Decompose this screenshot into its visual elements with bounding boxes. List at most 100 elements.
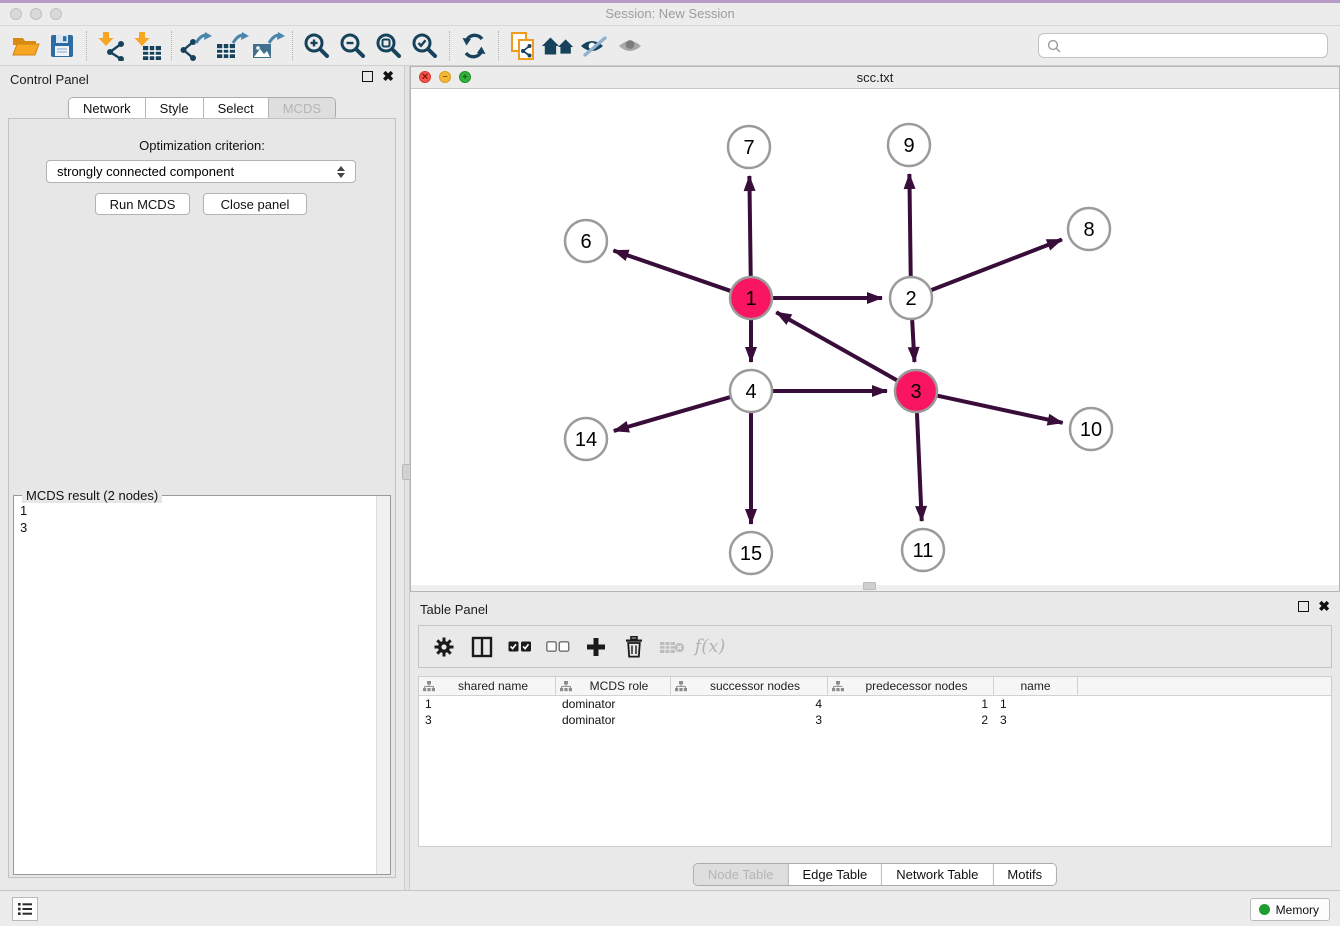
close-panel-button[interactable]: Close panel (203, 193, 307, 215)
network-scroll-thumb[interactable] (863, 582, 876, 590)
network-window-title: scc.txt (411, 67, 1339, 88)
cell-mcds-role[interactable]: dominator (556, 712, 671, 728)
graph-node-label-8: 8 (1083, 219, 1094, 241)
task-history-button[interactable] (12, 897, 38, 921)
graph-edge-2-8[interactable] (932, 239, 1062, 290)
control-panel-header: Control Panel ✖ (0, 66, 404, 92)
column-header-predecessor-nodes[interactable]: predecessor nodes (828, 677, 994, 695)
graph-edge-2-3[interactable] (912, 320, 914, 362)
minimize-window-button[interactable] (30, 8, 42, 20)
select-all-checkboxes-icon[interactable] (503, 630, 537, 664)
toolbar-separator (292, 31, 293, 61)
tab-select[interactable]: Select (204, 98, 269, 119)
result-scrollbar[interactable] (376, 496, 390, 874)
network-close-button[interactable]: ✕ (419, 71, 431, 83)
mcds-panel: Optimization criterion: strongly connect… (8, 118, 396, 878)
graph-node-label-6: 6 (580, 231, 591, 253)
import-table-icon[interactable] (129, 29, 165, 63)
zoom-out-icon[interactable] (335, 29, 371, 63)
close-panel-icon[interactable]: ✖ (382, 71, 394, 82)
table-panel: Table Panel ✖ (410, 596, 1340, 890)
graph-edge-4-14[interactable] (614, 397, 730, 431)
node-table[interactable]: shared name MCDS role successor nodes pr… (418, 676, 1332, 847)
refresh-view-icon[interactable] (456, 29, 492, 63)
cell-successor-nodes[interactable]: 3 (671, 712, 828, 728)
cell-mcds-role[interactable]: dominator (556, 696, 671, 712)
export-network-icon[interactable] (178, 29, 214, 63)
settings-gear-icon[interactable] (427, 630, 461, 664)
search-input[interactable] (1067, 38, 1319, 53)
tab-style[interactable]: Style (146, 98, 204, 119)
criterion-dropdown[interactable]: strongly connected component (46, 160, 356, 183)
tab-motifs[interactable]: Motifs (993, 864, 1056, 885)
duplicate-network-icon[interactable] (505, 29, 541, 63)
network-view-window: ✕ − + scc.txt 1234678910111415 (410, 66, 1340, 592)
import-network-icon[interactable] (93, 29, 129, 63)
delete-column-icon[interactable] (617, 630, 651, 664)
column-header-mcds-role[interactable]: MCDS role (556, 677, 671, 695)
split-view-icon[interactable] (465, 630, 499, 664)
column-header-successor-nodes[interactable]: successor nodes (671, 677, 828, 695)
graph-edge-2-9[interactable] (909, 174, 910, 276)
network-maximize-button[interactable]: + (459, 71, 471, 83)
maximize-window-button[interactable] (50, 8, 62, 20)
float-panel-icon[interactable] (362, 71, 373, 82)
show-all-icon[interactable] (613, 29, 649, 63)
cell-successor-nodes[interactable]: 4 (671, 696, 828, 712)
zoom-in-icon[interactable] (299, 29, 335, 63)
graph-edge-3-10[interactable] (937, 396, 1062, 423)
graph-edge-3-11[interactable] (917, 413, 922, 521)
memory-label: Memory (1276, 903, 1319, 917)
zoom-selected-icon[interactable] (407, 29, 443, 63)
cell-shared-name[interactable]: 3 (419, 712, 556, 728)
table-row[interactable]: 1 dominator 4 1 1 (419, 696, 1331, 712)
toolbar-separator (498, 31, 499, 61)
control-panel-tabs: Network Style Select MCDS (68, 97, 336, 120)
deselect-checkboxes-icon[interactable] (541, 630, 575, 664)
graph-node-label-4: 4 (745, 381, 756, 403)
tab-network[interactable]: Network (69, 98, 146, 119)
close-window-button[interactable] (10, 8, 22, 20)
graph-canvas[interactable]: 1234678910111415 (411, 89, 1339, 585)
graph-edge-3-1[interactable] (776, 312, 897, 380)
graph-edge-1-7[interactable] (749, 176, 750, 276)
optimization-criterion-label: Optimization criterion: (9, 138, 395, 153)
table-row[interactable]: 3 dominator 3 2 3 (419, 712, 1331, 728)
search-field[interactable] (1038, 33, 1328, 58)
list-icon (17, 902, 33, 916)
export-image-icon[interactable] (250, 29, 286, 63)
close-table-panel-icon[interactable]: ✖ (1318, 601, 1330, 612)
app-titlebar[interactable]: Session: New Session (0, 3, 1340, 26)
zoom-fit-icon[interactable] (371, 29, 407, 63)
graph-node-label-1: 1 (745, 288, 756, 310)
tab-mcds[interactable]: MCDS (269, 98, 335, 119)
add-column-icon[interactable] (579, 630, 613, 664)
table-header-row: shared name MCDS role successor nodes pr… (419, 677, 1331, 696)
cell-name[interactable]: 1 (994, 696, 1078, 712)
toolbar-separator (86, 31, 87, 61)
mcds-result-list[interactable]: 1 3 (14, 498, 376, 874)
network-window-titlebar[interactable]: ✕ − + scc.txt (411, 67, 1339, 89)
tab-network-table[interactable]: Network Table (882, 864, 993, 885)
column-type-icon (560, 681, 572, 692)
network-minimize-button[interactable]: − (439, 71, 451, 83)
export-table-icon[interactable] (214, 29, 250, 63)
column-header-name[interactable]: name (994, 677, 1078, 695)
memory-button[interactable]: Memory (1250, 898, 1330, 921)
cell-shared-name[interactable]: 1 (419, 696, 556, 712)
column-header-shared-name[interactable]: shared name (419, 677, 556, 695)
home-layout-icon[interactable] (541, 29, 577, 63)
save-session-icon[interactable] (44, 29, 80, 63)
tab-node-table[interactable]: Node Table (694, 864, 789, 885)
memory-status-icon (1259, 904, 1270, 915)
open-session-icon[interactable] (8, 29, 44, 63)
hide-selected-icon[interactable] (577, 29, 613, 63)
graph-node-label-14: 14 (575, 429, 597, 451)
cell-predecessor-nodes[interactable]: 2 (828, 712, 994, 728)
cell-name[interactable]: 3 (994, 712, 1078, 728)
cell-predecessor-nodes[interactable]: 1 (828, 696, 994, 712)
tab-edge-table[interactable]: Edge Table (788, 864, 882, 885)
float-table-panel-icon[interactable] (1298, 601, 1309, 612)
graph-edge-1-6[interactable] (613, 250, 730, 290)
run-mcds-button[interactable]: Run MCDS (95, 193, 190, 215)
